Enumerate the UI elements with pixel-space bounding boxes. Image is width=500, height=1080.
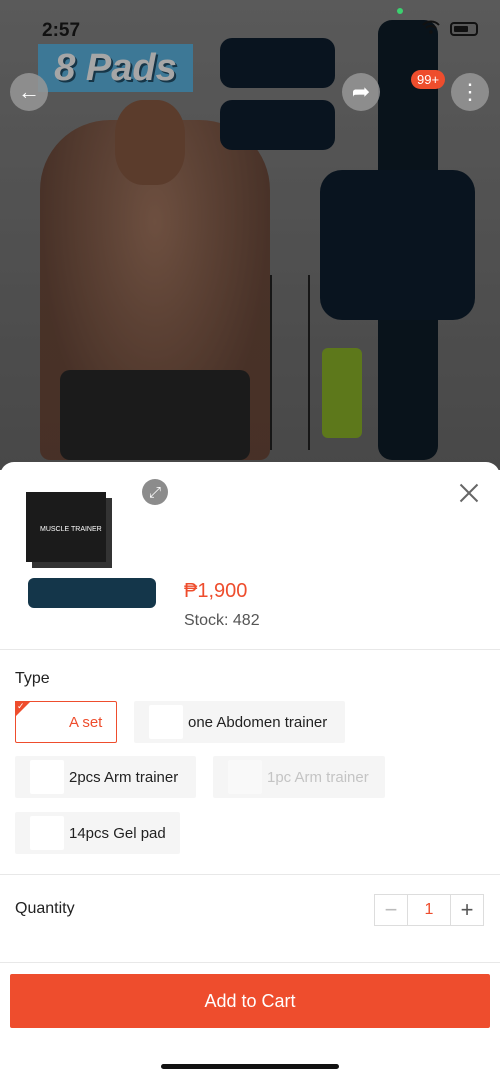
option-thumbnail [149,705,183,739]
option-label: one Abdomen trainer [188,713,328,731]
arrow-left-icon: ← [18,79,40,104]
decrease-quantity-button[interactable]: − [375,895,407,925]
variation-option-one-abdomen-trainer[interactable]: one Abdomen trainer [134,701,345,743]
variation-option-2pcs-arm-trainer[interactable]: 2pcs Arm trainer [15,756,196,798]
product-box-image: MUSCLE TRAINER [26,492,106,562]
variation-label: Type [15,670,50,687]
quantity-label: Quantity [15,900,75,917]
close-icon[interactable] [459,483,479,503]
option-thumbnail [228,760,262,794]
box-label: MUSCLE TRAINER [40,526,102,533]
camera-indicator [397,8,403,14]
option-thumbnail [30,816,64,850]
cart-count-badge: 99+ [411,70,446,89]
option-label: 2pcs Arm trainer [69,768,179,786]
option-label: 1pc Arm trainer [267,768,369,786]
option-thumbnail [30,705,64,739]
status-time: 2:57 [42,20,81,41]
more-vertical-icon: ⋮ [459,79,481,104]
divider [0,962,500,963]
divider [0,874,500,875]
product-price: ₱1,900 [184,580,248,602]
check-icon: ✓ [17,701,25,711]
home-indicator[interactable] [161,1064,339,1069]
divider [0,649,500,650]
product-stock: Stock: 482 [184,612,260,629]
screen: 8 Pads 2:57 ← ➦ 99+ ⋮ MUSCLE TRAINER ⤢ ₱… [0,0,500,1080]
wifi-icon [422,20,440,34]
share-icon: ➦ [351,79,371,104]
quantity-stepper: − 1 + [374,894,484,926]
increase-quantity-button[interactable]: + [451,895,483,925]
battery-icon [450,22,478,36]
variation-option-1pc-arm-trainer: 1pc Arm trainer [213,756,385,798]
expand-icon[interactable]: ⤢ [142,479,168,505]
option-label: 14pcs Gel pad [69,824,166,842]
pads-row-image [28,578,156,608]
variation-option-14pcs-gel-pad[interactable]: 14pcs Gel pad [15,812,180,854]
option-thumbnail [30,760,64,794]
back-button[interactable]: ← [10,73,48,111]
option-label: A set [69,713,103,731]
quantity-value[interactable]: 1 [407,895,451,925]
variation-option-a-set[interactable]: ✓ A set [15,701,117,743]
add-to-cart-button[interactable]: Add to Cart [10,974,490,1028]
share-button[interactable]: ➦ [342,73,380,111]
more-options-button[interactable]: ⋮ [451,73,489,111]
product-thumbnail[interactable]: MUSCLE TRAINER [18,482,166,622]
